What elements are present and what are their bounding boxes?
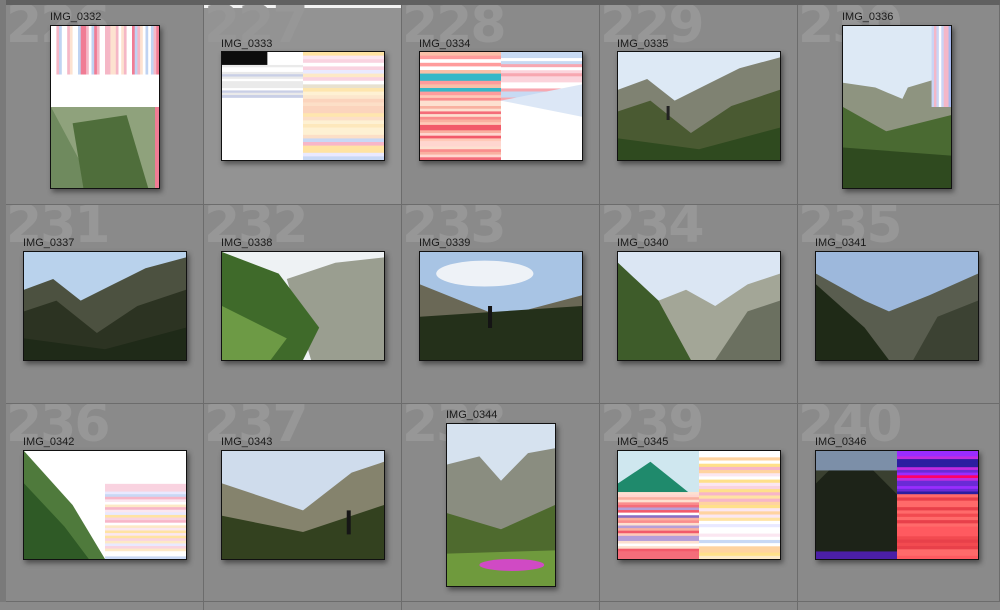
photo-thumbnail[interactable] xyxy=(842,25,952,189)
file-name: IMG_0342 xyxy=(23,436,75,448)
photo-thumbnail[interactable] xyxy=(815,450,979,560)
file-name: IMG_0334 xyxy=(419,38,471,50)
thumbnail-cell[interactable]: 232 IMG_0338 xyxy=(204,205,402,404)
next-row-strip xyxy=(0,602,1000,610)
file-name: IMG_0332 xyxy=(50,11,102,23)
file-name: IMG_0344 xyxy=(446,409,498,421)
photo-thumbnail[interactable] xyxy=(617,450,781,560)
thumbnail-cell[interactable]: 239 IMG_0345 xyxy=(600,404,798,602)
thumbnail-cell[interactable]: 226IMG_0332 xyxy=(6,5,204,205)
file-name: IMG_0341 xyxy=(815,237,867,249)
photo-thumbnail[interactable] xyxy=(419,51,583,161)
thumbnail-cell[interactable]: 237 IMG_0343 xyxy=(204,404,402,602)
photo-thumbnail[interactable] xyxy=(23,251,187,361)
photo-thumbnail[interactable] xyxy=(617,251,781,361)
thumbnail-cell[interactable]: 228 IMG_0334 xyxy=(402,5,600,205)
photo-thumbnail[interactable] xyxy=(23,450,187,560)
thumbnail-cell[interactable]: 235 IMG_0341 xyxy=(798,205,1000,404)
thumbnail-cell[interactable]: 233 IMG_0339 xyxy=(402,205,600,404)
library-grid: 226IMG_0332227IMG_0333228IMG_0334229IMG_… xyxy=(0,0,1000,610)
thumbnail-cell[interactable]: 231 IMG_0337 xyxy=(6,205,204,404)
file-name: IMG_0343 xyxy=(221,436,273,448)
thumbnail-cell[interactable]: 236 IMG_0342 xyxy=(6,404,204,602)
thumbnail-cell[interactable]: 234 IMG_0340 xyxy=(600,205,798,404)
file-name: IMG_0336 xyxy=(842,11,894,23)
thumbnail-cell[interactable]: 227 IMG_0333 xyxy=(204,5,402,205)
file-name: IMG_0333 xyxy=(221,38,273,50)
file-name: IMG_0337 xyxy=(23,237,75,249)
photo-thumbnail[interactable] xyxy=(419,251,583,361)
file-name: IMG_0338 xyxy=(221,237,273,249)
file-name: IMG_0340 xyxy=(617,237,669,249)
photo-thumbnail[interactable] xyxy=(221,450,385,560)
photo-thumbnail[interactable] xyxy=(446,423,556,587)
thumbnail-cell[interactable]: 230IMG_0336 xyxy=(798,5,1000,205)
file-name: IMG_0335 xyxy=(617,38,669,50)
thumbnail-cell[interactable]: 238IMG_0344 xyxy=(402,404,600,602)
file-name: IMG_0345 xyxy=(617,436,669,448)
photo-thumbnail[interactable] xyxy=(50,25,160,189)
photo-thumbnail[interactable] xyxy=(617,51,781,161)
photo-thumbnail[interactable] xyxy=(815,251,979,361)
thumbnail-cell[interactable]: 229 IMG_0335 xyxy=(600,5,798,205)
thumbnail-cell[interactable]: 240 IMG_0346 xyxy=(798,404,1000,602)
photo-thumbnail[interactable] xyxy=(221,251,385,361)
file-name: IMG_0339 xyxy=(419,237,471,249)
file-name: IMG_0346 xyxy=(815,436,867,448)
photo-thumbnail[interactable] xyxy=(221,51,385,161)
